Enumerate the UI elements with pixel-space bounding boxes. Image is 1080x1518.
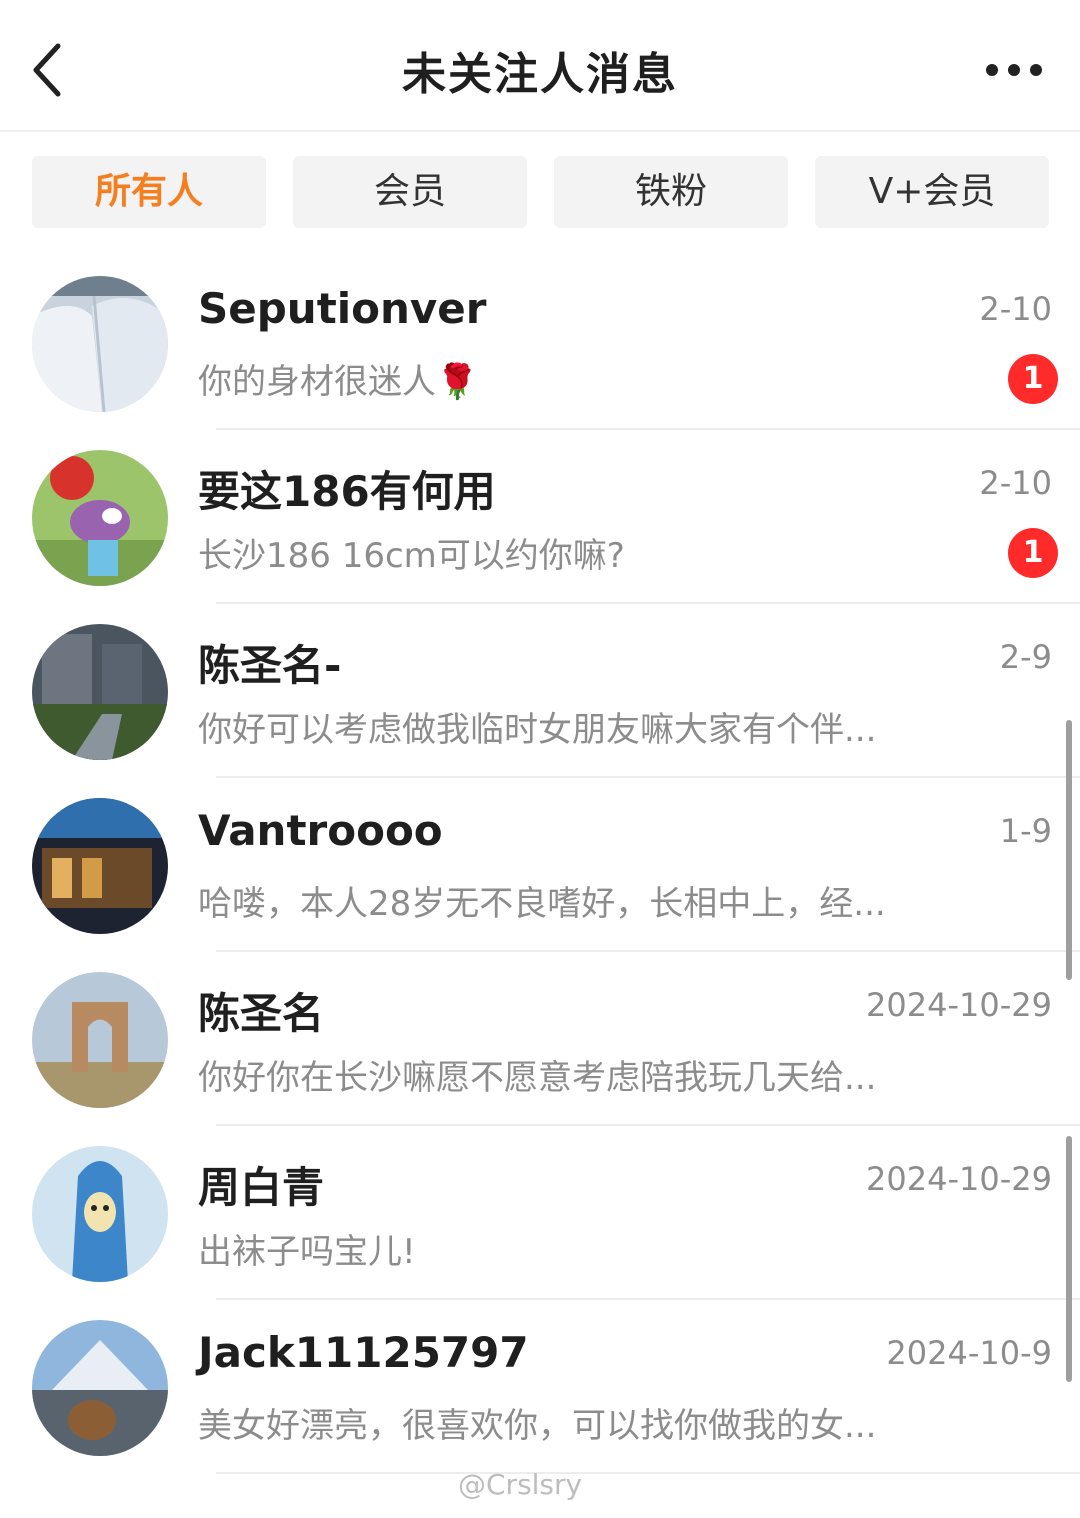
message-time: 2-10 [979,290,1052,328]
page-title: 未关注人消息 [402,49,678,100]
nav-bar: 未关注人消息 [0,0,1080,132]
sender-name: 陈圣名 [198,989,325,1038]
message-preview: 出袜子吗宝儿! [198,1232,416,1272]
message-row[interactable]: Jack11125797 2024-10-9 美女好漂亮，很喜欢你，可以找你做我… [0,1300,1080,1474]
avatar[interactable] [32,972,168,1108]
message-row[interactable]: 陈圣名 2024-10-29 你好你在长沙嘛愿不愿意考虑陪我玩几天给... [0,952,1080,1126]
sender-name: Seputionver [198,284,487,333]
tab-member[interactable]: 会员 [293,156,527,228]
tab-fans[interactable]: 铁粉 [554,156,788,228]
sender-name: 周白青 [198,1163,325,1212]
message-time: 1-9 [999,812,1052,850]
more-button[interactable] [984,60,1044,80]
sender-name: Vantroooo [198,806,443,855]
message-preview: 你好可以考虑做我临时女朋友嘛大家有个伴... [198,710,877,750]
message-preview: 哈喽，本人28岁无不良嗜好，长相中上，经... [198,884,886,924]
message-row[interactable]: Seputionver 2-10 你的身材很迷人🌹 1 [0,256,1080,430]
avatar[interactable] [32,798,168,934]
row-divider [216,1472,1080,1474]
message-time: 2-10 [979,464,1052,502]
message-time: 2024-10-29 [866,986,1052,1024]
avatar[interactable] [32,624,168,760]
message-row[interactable]: 周白青 2024-10-29 出袜子吗宝儿! [0,1126,1080,1300]
unread-badge: 1 [1008,528,1058,578]
tab-all[interactable]: 所有人 [32,156,266,228]
scrollbar-thumb[interactable] [1066,720,1072,980]
message-row[interactable]: Vantroooo 1-9 哈喽，本人28岁无不良嗜好，长相中上，经... [0,778,1080,952]
message-row[interactable]: 陈圣名- 2-9 你好可以考虑做我临时女朋友嘛大家有个伴... [0,604,1080,778]
message-preview: 你好你在长沙嘛愿不愿意考虑陪我玩几天给... [198,1058,877,1098]
watermark: @Crslsry [458,1468,583,1501]
filter-tabs: 所有人 会员 铁粉 V+会员 [32,156,1050,228]
message-time: 2024-10-29 [866,1160,1052,1198]
sender-name: 要这186有何用 [198,467,496,516]
avatar[interactable] [32,276,168,412]
unread-badge: 1 [1008,354,1058,404]
message-row[interactable]: 要这186有何用 2-10 长沙186 16cm可以约你嘛? 1 [0,430,1080,604]
message-time: 2-9 [999,638,1052,676]
more-dots-icon [986,64,1042,76]
scrollbar-thumb[interactable] [1066,1136,1072,1382]
message-preview: 你的身材很迷人🌹 [198,362,479,402]
message-time: 2024-10-9 [886,1334,1052,1372]
avatar[interactable] [32,1146,168,1282]
sender-name: Jack11125797 [198,1328,529,1377]
sender-name: 陈圣名- [198,641,342,690]
avatar[interactable] [32,450,168,586]
message-preview: 美女好漂亮，很喜欢你，可以找你做我的女... [198,1406,877,1446]
tab-vplus-member[interactable]: V+会员 [815,156,1049,228]
message-preview: 长沙186 16cm可以约你嘛? [198,536,625,576]
avatar[interactable] [32,1320,168,1456]
